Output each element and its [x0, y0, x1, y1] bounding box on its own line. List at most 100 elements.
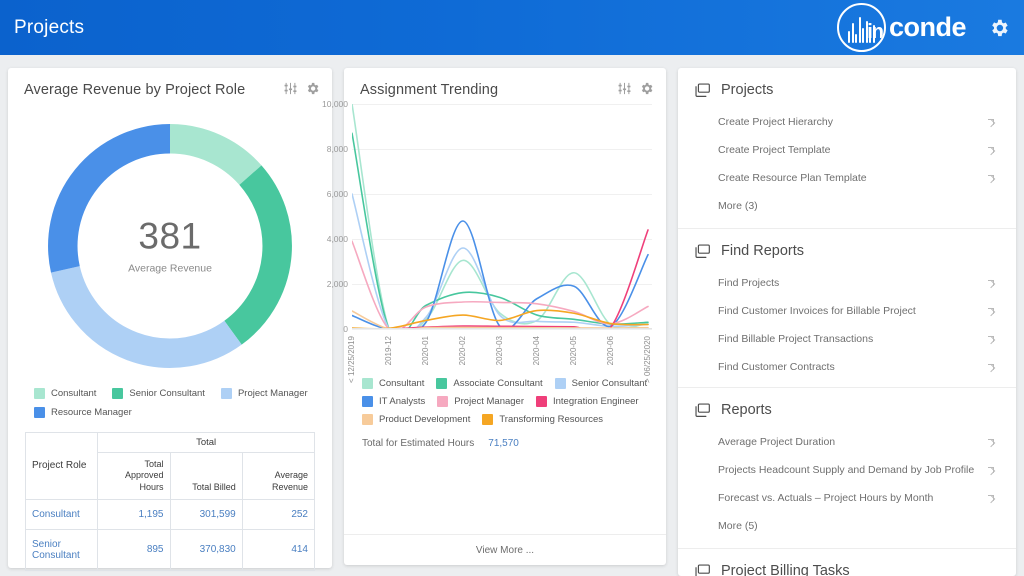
nav-more-link[interactable]: More (5): [678, 512, 1016, 542]
x-tick-label: 2020-01: [421, 336, 430, 366]
nav-section-header: Reports: [678, 388, 1016, 428]
nav-item[interactable]: Projects Headcount Supply and Demand by …: [678, 456, 1016, 484]
legend-label: Resource Manager: [51, 407, 132, 418]
legend-item[interactable]: Product Development: [362, 414, 470, 425]
nav-section-title: Reports: [721, 402, 772, 418]
legend-item[interactable]: Integration Engineer: [536, 396, 639, 407]
window-icon: [695, 243, 710, 258]
legend-label: Transforming Resources: [499, 414, 604, 425]
table-row[interactable]: Consultant 1,195 301,599 252: [24, 498, 316, 530]
x-axis-labels: < 12/25/2019 2019-12 2020-01 2020-02 2020-03…: [347, 332, 652, 392]
x-tick-label: 2020-03: [495, 336, 504, 366]
app-header: Projects in conde: [0, 0, 1024, 55]
legend-item[interactable]: Senior Consultant: [112, 388, 205, 399]
y-tick-label: 4,000: [326, 234, 348, 244]
brand-logo: in conde: [836, 3, 967, 52]
logo-in-text: in: [867, 21, 884, 43]
legend-item[interactable]: Project Manager: [437, 396, 524, 407]
legend-swatch: [482, 414, 494, 425]
col-average-revenue: Average Revenue: [241, 452, 316, 500]
donut-segment[interactable]: [50, 265, 242, 368]
nav-item[interactable]: Forecast vs. Actuals – Project Hours by …: [678, 484, 1016, 512]
col-total-billed: Total Billed: [169, 452, 243, 500]
y-tick-label: 10,000: [322, 99, 348, 109]
sliders-icon[interactable]: [283, 81, 298, 96]
nav-item[interactable]: Create Resource Plan Template: [678, 164, 1016, 192]
nav-section-header: Find Reports: [678, 229, 1016, 269]
gear-icon[interactable]: [305, 81, 320, 96]
legend-item[interactable]: Transforming Resources: [482, 414, 603, 425]
chevron-right-icon: [986, 279, 996, 289]
nav-item[interactable]: Create Project Template: [678, 136, 1016, 164]
x-tick-label: 2020-04: [532, 336, 541, 366]
x-tick-label: 2019-12: [384, 336, 393, 366]
nav-section: Reports Average Project Duration Projects …: [678, 387, 1016, 548]
donut-value: 381: [138, 215, 202, 257]
donut-card-icons: [283, 81, 320, 96]
cell-role[interactable]: Consultant: [24, 498, 99, 530]
chart-line[interactable]: [352, 133, 648, 329]
chevron-right-icon: [986, 335, 996, 345]
legend-swatch: [536, 396, 547, 407]
chart-line[interactable]: [352, 194, 648, 329]
total-estimated-hours: Total for Estimated Hours 71,570: [344, 432, 666, 449]
y-tick-label: 2,000: [326, 279, 348, 289]
nav-item-label: Find Projects: [718, 277, 780, 289]
cell-hours: 895: [97, 528, 171, 571]
nav-item[interactable]: Find Customer Contracts: [678, 353, 1016, 381]
legend-label: Product Development: [379, 414, 471, 425]
legend-item[interactable]: Consultant: [34, 388, 96, 399]
nav-item[interactable]: Find Projects: [678, 269, 1016, 297]
assignment-trending-card: Assignment Trending 0 2,000 4,000 6,000 8,00…: [322, 68, 666, 565]
nav-item-label: Forecast vs. Actuals – Project Hours by …: [718, 492, 934, 504]
total-value: 71,570: [488, 438, 519, 449]
donut-segment[interactable]: [169, 124, 262, 186]
nav-section: Project Billing Tasks: [678, 548, 1016, 576]
nav-item[interactable]: Create Project Hierarchy: [678, 108, 1016, 136]
cell-billed: 370,830: [169, 528, 243, 571]
nav-section: Find Reports Find Projects Find Customer I…: [678, 228, 1016, 387]
gear-icon[interactable]: [639, 81, 654, 96]
legend-item[interactable]: Project Manager: [220, 388, 308, 399]
donut-label: Average Revenue: [128, 262, 212, 275]
total-label: Total for Estimated Hours: [362, 438, 475, 449]
legend-swatch: [34, 407, 45, 418]
nav-item[interactable]: Find Billable Project Transactions: [678, 325, 1016, 353]
chevron-right-icon: [986, 307, 996, 317]
table-row[interactable]: Senior Consultant 895 370,830 414: [24, 528, 316, 571]
logo-mark-icon: in: [836, 3, 886, 52]
chart-line[interactable]: [352, 104, 648, 329]
sliders-icon[interactable]: [617, 81, 632, 96]
nav-section-header: Projects: [678, 68, 1016, 108]
legend-item[interactable]: Resource Manager: [34, 407, 132, 418]
chart-series: [352, 104, 652, 329]
cell-role[interactable]: Senior Consultant: [24, 528, 99, 571]
nav-item-label: Find Billable Project Transactions: [718, 333, 874, 345]
gear-icon[interactable]: [988, 17, 1010, 39]
nav-item-label: Projects Headcount Supply and Demand by …: [718, 464, 975, 476]
cell-hours: 1,195: [97, 498, 171, 530]
legend-item[interactable]: IT Analysts: [362, 396, 425, 407]
nav-more-link[interactable]: More (3): [678, 192, 1016, 222]
donut-chart: 381 Average Revenue: [35, 112, 305, 380]
chevron-right-icon: [986, 118, 996, 128]
nav-item-label: Create Resource Plan Template: [718, 172, 867, 184]
x-tick-label: 2020-05: [569, 336, 578, 366]
legend-swatch: [220, 388, 232, 399]
donut-legend: Consultant Senior Consultant Project Manag…: [8, 380, 332, 426]
view-more-button[interactable]: View More ...: [344, 534, 666, 565]
average-revenue-card: Average Revenue by Project Role 381 Aver…: [8, 68, 332, 571]
nav-section-title: Projects: [721, 82, 774, 98]
window-icon: [695, 563, 710, 576]
y-tick-label: 0: [343, 324, 348, 334]
window-icon: [695, 82, 710, 97]
legend-swatch: [34, 388, 45, 399]
nav-item[interactable]: Find Customer Invoices for Billable Proj…: [678, 297, 1016, 325]
chevron-right-icon: [986, 438, 996, 448]
nav-item[interactable]: Average Project Duration: [678, 428, 1016, 456]
nav-item-label: Find Customer Invoices for Billable Proj…: [718, 305, 916, 317]
legend-swatch: [362, 396, 373, 407]
legend-label: IT Analysts: [379, 396, 426, 407]
header-actions: in conde: [836, 3, 1010, 52]
window-icon: [695, 402, 710, 417]
